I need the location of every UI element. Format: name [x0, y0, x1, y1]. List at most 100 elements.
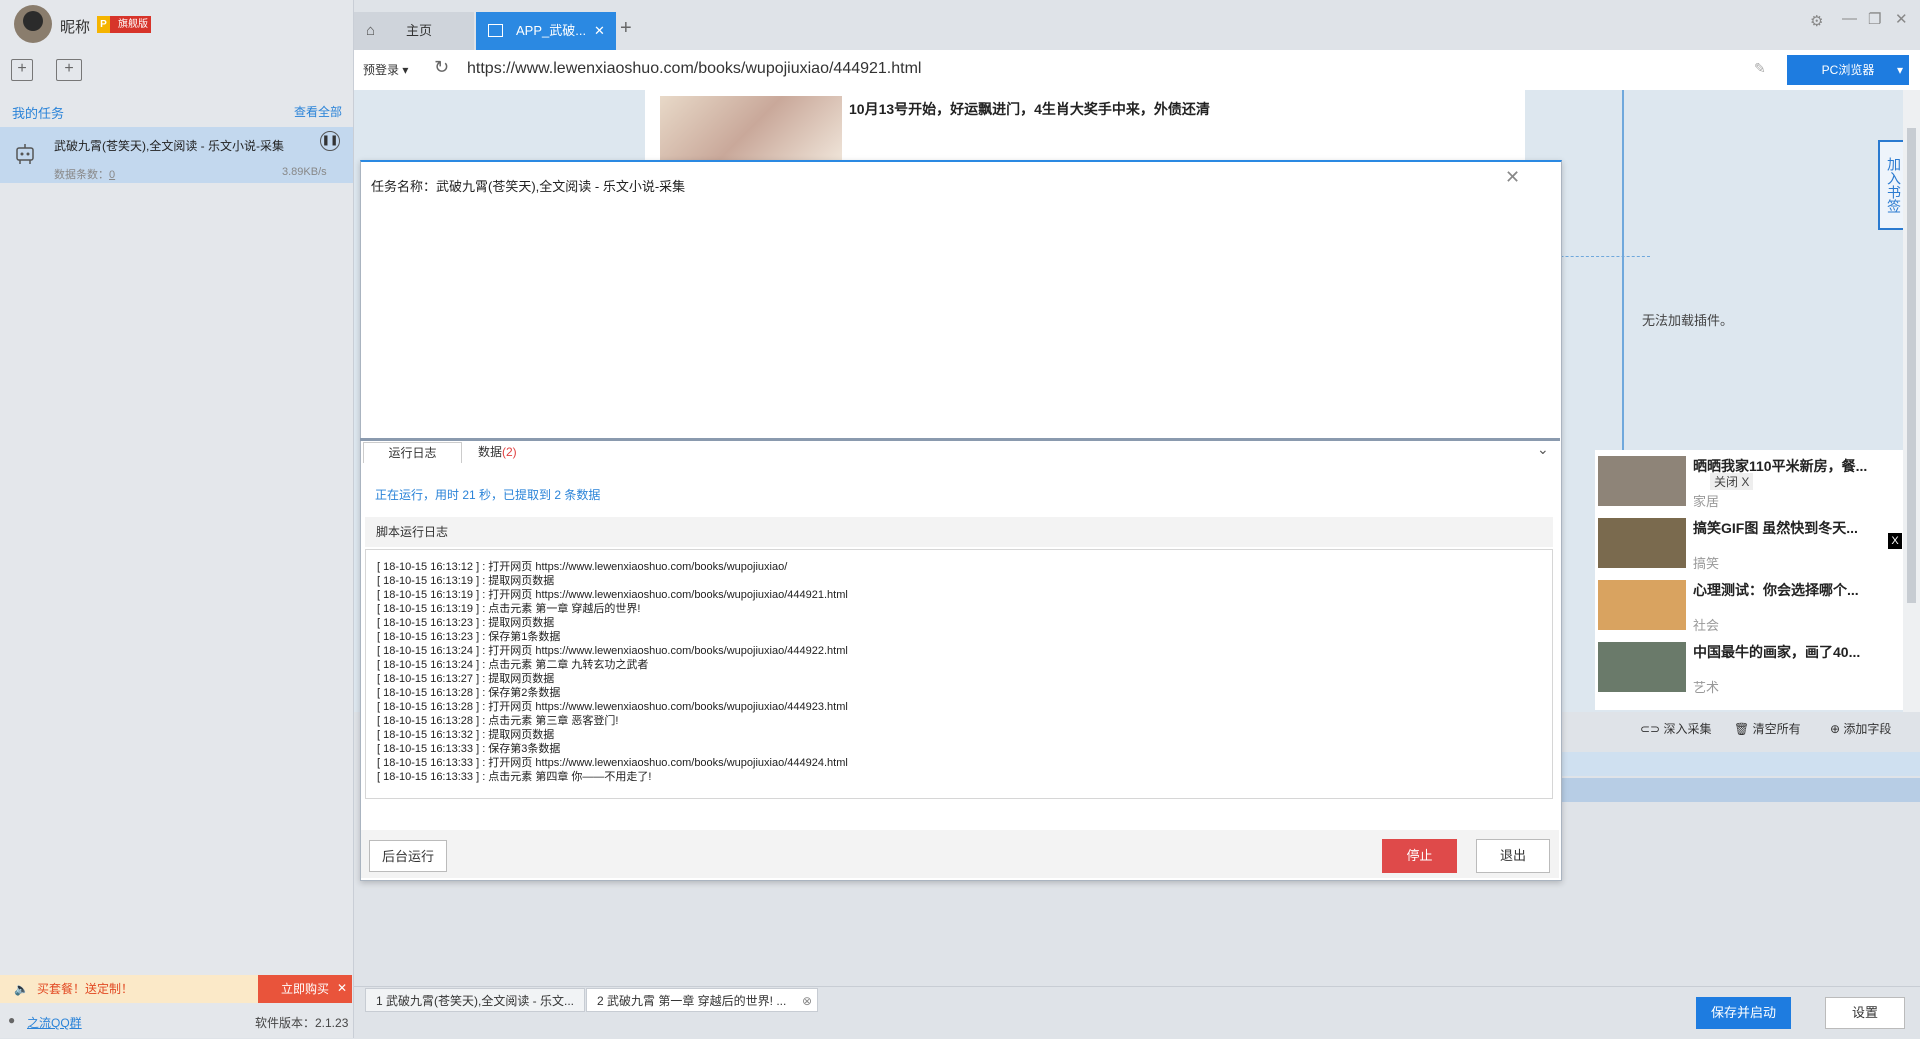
log-line: [ 18-10-15 16:13:12 ] : 打开网页 https://www…: [377, 561, 788, 573]
close-ad-icon[interactable]: X: [1888, 533, 1902, 549]
article-title[interactable]: 10月13号开始，好运飘进门，4生肖大奖手中来，外债还清: [849, 99, 1210, 119]
news-tag: 搞笑: [1693, 556, 1720, 571]
add-field-button[interactable]: ⊕ 添加字段: [1830, 720, 1891, 737]
clear-all-button[interactable]: 🗑 清空所有: [1734, 720, 1801, 737]
deep-collect-label: 深入采集: [1663, 722, 1712, 736]
home-icon: ⌂: [366, 22, 376, 39]
news-tag: 家居: [1693, 494, 1720, 509]
workflow-tab-1[interactable]: 1 武破九霄(苍笑天),全文阅读 - 乐文...: [365, 988, 585, 1012]
tab-app-label: APP_武破...: [516, 23, 587, 38]
settings-button[interactable]: 设置: [1825, 997, 1905, 1029]
news-tag: 社会: [1693, 618, 1720, 633]
my-tasks-label: 我的任务: [12, 106, 65, 121]
tab-data[interactable]: 数据(2): [478, 442, 517, 462]
close-ad-button[interactable]: 关闭 X: [1710, 473, 1754, 490]
buy-now-label: 立即购买: [280, 982, 329, 996]
close-promo-icon[interactable]: ✕: [337, 981, 347, 995]
news-image[interactable]: [1598, 642, 1686, 692]
tab-home[interactable]: ⌂ 主页: [354, 12, 474, 50]
qq-icon: ●: [8, 1013, 16, 1027]
dialog-footer: [361, 830, 1559, 878]
save-and-start-button[interactable]: 保存并启动: [1696, 997, 1791, 1029]
log-line: [ 18-10-15 16:13:19 ] : 点击元素 第一章 穿越后的世界!: [377, 603, 641, 615]
news-image[interactable]: [1598, 456, 1686, 506]
log-line: [ 18-10-15 16:13:19 ] : 打开网页 https://www…: [377, 589, 848, 601]
prelogin-label: 预登录: [363, 63, 400, 77]
nickname[interactable]: 昵称: [60, 16, 90, 37]
tab-data-count: (2): [502, 445, 517, 459]
workflow-tab-2-label: 2 武破九霄 第一章 穿越后的世界! ...: [597, 994, 787, 1008]
avatar[interactable]: [14, 5, 52, 43]
table-row[interactable]: [1562, 778, 1920, 802]
window-close-icon[interactable]: ✕: [1895, 10, 1908, 28]
version-label: 软件版本：2.1.23: [255, 1016, 349, 1030]
edit-icon[interactable]: ✎: [1754, 60, 1766, 77]
tab-run-log[interactable]: 运行日志: [363, 442, 462, 463]
chevron-down-icon: ▾: [1896, 63, 1903, 77]
log-line: [ 18-10-15 16:13:33 ] : 保存第3条数据: [377, 743, 561, 755]
pc-browser-label: PC浏览器: [1821, 63, 1875, 77]
qq-group-link[interactable]: 之流QQ群: [27, 1014, 82, 1031]
task-count-label: 数据条数：: [54, 169, 109, 181]
news-image[interactable]: [1598, 580, 1686, 630]
deep-collect-button[interactable]: ⊂⊃ 深入采集: [1640, 720, 1711, 737]
news-image[interactable]: [1598, 518, 1686, 568]
log-line: [ 18-10-15 16:13:33 ] : 打开网页 https://www…: [377, 757, 848, 769]
log-header: 脚本运行日志: [365, 517, 1553, 547]
dialog-close-icon[interactable]: ✕: [1505, 167, 1520, 188]
dialog-splitter[interactable]: [360, 438, 1560, 441]
vip-badge: 旗舰版: [97, 16, 151, 33]
close-tab-icon[interactable]: ✕: [594, 12, 605, 50]
tab-home-label: 主页: [406, 23, 433, 38]
plus-circle-icon: ⊕: [1830, 722, 1841, 736]
log-line: [ 18-10-15 16:13:33 ] : 点击元素 第四章 你——不用走了…: [377, 771, 652, 783]
task-count-value[interactable]: 0: [109, 169, 115, 181]
table-row[interactable]: [1562, 752, 1920, 776]
trash-icon: 🗑: [1734, 722, 1750, 736]
exit-button[interactable]: 退出: [1476, 839, 1550, 873]
log-line: [ 18-10-15 16:13:19 ] : 提取网页数据: [377, 575, 555, 587]
task-name: 武破九霄(苍笑天),全文阅读 - 乐文小说-采集: [54, 139, 284, 153]
view-all-link[interactable]: 查看全部: [294, 103, 342, 120]
stop-button[interactable]: 停止: [1382, 839, 1457, 873]
pc-browser-button[interactable]: PC浏览器 ▾: [1787, 55, 1909, 85]
add-bookmark-button[interactable]: 加入书签: [1878, 140, 1906, 230]
article-image[interactable]: [660, 96, 842, 160]
robot-icon: [16, 144, 34, 164]
new-folder-icon[interactable]: +: [56, 59, 82, 81]
tab-data-label: 数据: [478, 445, 503, 459]
workflow-tab-2[interactable]: 2 武破九霄 第一章 穿越后的世界! ... ⊗: [586, 988, 818, 1012]
close-tab-icon[interactable]: ⊗: [802, 989, 812, 1011]
pause-button[interactable]: ❚❚: [320, 131, 340, 151]
background-run-button[interactable]: 后台运行: [369, 840, 447, 872]
new-tab-icon[interactable]: +: [620, 17, 632, 40]
tab-app[interactable]: APP_武破... ✕: [476, 12, 616, 50]
prelogin-dropdown[interactable]: 预登录 ▾: [363, 61, 408, 78]
news-title[interactable]: 搞笑GIF图 虽然快到冬天...: [1693, 518, 1858, 538]
log-box[interactable]: [ 18-10-15 16:13:12 ] : 打开网页 https://www…: [365, 549, 1553, 799]
news-title[interactable]: 心理测试：你会选择哪个...: [1693, 580, 1859, 600]
plugin-message: 无法加载插件。: [1642, 313, 1734, 328]
promo-banner[interactable]: 🔈 买套餐！送定制！: [0, 975, 258, 1003]
log-line: [ 18-10-15 16:13:23 ] : 提取网页数据: [377, 617, 555, 629]
page-icon: [488, 24, 503, 37]
dialog-task-name: 任务名称：武破九霄(苍笑天),全文阅读 - 乐文小说-采集: [371, 179, 686, 194]
log-line: [ 18-10-15 16:13:27 ] : 提取网页数据: [377, 673, 555, 685]
new-task-icon[interactable]: +: [11, 59, 33, 81]
run-status: 正在运行，用时 21 秒，已提取到 2 条数据: [375, 488, 601, 502]
refresh-icon[interactable]: ↻: [434, 57, 449, 78]
task-count: 数据条数：0: [54, 166, 115, 182]
restore-icon[interactable]: ❐: [1868, 10, 1881, 28]
url-input[interactable]: https://www.lewenxiaoshuo.com/books/wupo…: [467, 60, 921, 78]
news-title[interactable]: 中国最牛的画家，画了40...: [1693, 642, 1860, 662]
minimize-icon[interactable]: —: [1842, 10, 1857, 27]
collapse-icon[interactable]: ⌄: [1537, 441, 1549, 458]
clear-all-label: 清空所有: [1752, 722, 1801, 736]
settings-gear-icon[interactable]: ⚙: [1810, 12, 1823, 30]
log-line: [ 18-10-15 16:13:24 ] : 打开网页 https://www…: [377, 645, 848, 657]
task-speed: 3.89KB/s: [282, 166, 327, 178]
news-tag: 艺术: [1693, 680, 1720, 695]
log-line: [ 18-10-15 16:13:24 ] : 点击元素 第二章 九转玄功之武者: [377, 659, 649, 671]
link-icon: ⊂⊃: [1640, 722, 1661, 736]
scrollbar-thumb[interactable]: [1907, 128, 1916, 603]
